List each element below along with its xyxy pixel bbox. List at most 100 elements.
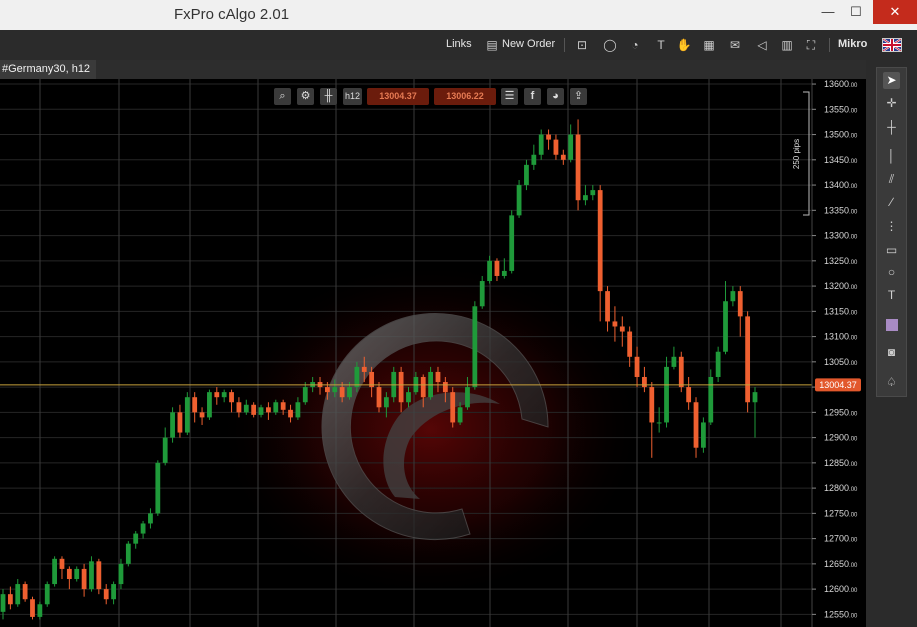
chart-settings-icon[interactable]: ⚙ [297,88,314,105]
candle-body [649,387,655,423]
candle-body [324,387,330,393]
minimize-button[interactable]: — [814,0,842,24]
candle-body [44,584,50,605]
candle-body [118,563,124,585]
upload-icon[interactable]: ⇪ [570,88,587,105]
facebook-icon[interactable]: f [524,88,541,105]
candle-body [140,523,146,534]
chat-icon[interactable]: ◯ [602,37,618,53]
fibonacci-retracement-icon[interactable]: ⋮ [883,218,900,235]
candle-body [236,402,242,413]
candle-body [568,134,574,160]
candle-body [524,164,529,186]
candle-body [332,387,338,393]
toolbar-separator [829,38,830,52]
sell-price-button[interactable]: 13004.37 [367,88,429,105]
candle-body [465,387,470,408]
candle-body [435,371,441,383]
candle-body [509,215,515,271]
video-icon[interactable]: ⊡ [574,37,590,53]
candle-body [59,558,65,569]
candle-body [347,387,352,398]
candle-body [457,407,463,423]
candle-body [730,291,736,302]
speaker-icon[interactable]: ◁ [754,37,770,53]
candle-body [288,409,293,418]
tab-strip [0,60,917,79]
candle-body [383,397,389,408]
close-button[interactable]: ✕ [873,0,917,24]
mail-icon[interactable]: ✉ [727,37,743,53]
vertical-line-icon[interactable]: │ [883,148,900,165]
candle-body [192,397,198,413]
candle-body [280,402,286,410]
candle-body [723,301,728,352]
candle-body [339,387,345,398]
text-icon[interactable]: T [883,287,900,304]
drawing-tools-panel: ➤ ✛ ┼ │ ⫽ ∕ ⋮ ▭ ○ T ◙ ♤ [876,67,907,397]
fullscreen-icon[interactable]: ⛶ [803,37,819,53]
chart-area[interactable]: 13600.00 13550.00 13500.00 13450.00 13400.00… [0,79,866,627]
candle-body [96,561,102,590]
links-button[interactable]: Links [446,38,472,50]
candle-body [81,568,87,590]
layout-icon[interactable]: ▥ [779,37,795,53]
candle-body [133,533,139,544]
zoom-icon[interactable]: ⌕ [274,88,291,105]
rectangle-icon[interactable]: ▭ [883,242,900,259]
alert-bell-icon[interactable]: ♤ [883,374,900,391]
title-bar: FxPro cAlgo 2.01 — ☐ ✕ [0,0,917,30]
ellipse-icon[interactable]: ○ [883,264,900,281]
color-picker-icon[interactable] [886,319,898,331]
candle-body [538,134,544,155]
screenshot-icon[interactable]: ◙ [883,344,900,361]
candle-body [752,392,758,403]
document-icon[interactable]: ▤ [484,37,500,53]
cursor-icon[interactable]: ➤ [883,72,900,89]
checklist-icon[interactable]: ☰ [501,88,518,105]
trend-channel-icon[interactable]: ∕ [883,194,900,211]
buy-price-button[interactable]: 13006.22 [434,88,496,105]
candles-type-icon[interactable]: ╫ [320,88,337,105]
hand-icon[interactable]: ✋ [676,37,692,53]
account-name[interactable]: Mikro [838,38,867,50]
maximize-button[interactable]: ☐ [842,0,870,24]
fibonacci-fan-icon[interactable]: ⫽ [883,171,900,188]
candle-body [22,584,28,600]
gauge-icon[interactable]: ◔ [627,37,643,53]
uk-flag-icon[interactable] [882,38,902,52]
share-icon[interactable]: ◕ [547,88,564,105]
candle-body [678,356,684,388]
main-toolbar: Links ▤ New Order ⊡ ◯ ◔ T ✋ ▦ ✉ ◁ ▥ ⛶ Mi… [0,30,917,61]
candle-body [664,366,669,423]
candle-body [243,404,249,413]
candle-body [420,376,426,398]
text-tool-icon[interactable]: T [653,37,669,53]
candle-body [671,356,677,367]
candle-body [7,594,13,605]
candle-body [715,351,721,377]
candle-body [229,392,234,403]
candle-body [251,404,257,415]
calculator-icon[interactable]: ▦ [701,37,717,53]
crosshair-icon[interactable]: ✛ [883,95,900,112]
timeframe-button[interactable]: h12 [343,88,362,105]
candle-body [708,376,714,423]
candlestick-chart[interactable]: 13600.0013550.0013500.0013450.0013400.00… [0,79,866,627]
candle-body [376,387,382,408]
candle-body [30,599,35,617]
candle-body [74,568,80,580]
candle-body [737,291,743,317]
crosshair-alt-icon[interactable]: ┼ [883,119,900,136]
tab-germany30-h12[interactable]: #Germany30, h12 [0,60,97,79]
candle-body [162,437,168,463]
window-title: FxPro cAlgo 2.01 [174,6,290,23]
candle-body [361,366,367,372]
candle-body [450,392,456,423]
candle-body [398,371,404,403]
candle-body [221,392,227,398]
candle-body [273,402,279,413]
candle-body [111,584,116,600]
new-order-button[interactable]: New Order [502,38,555,50]
candle-body [560,154,566,160]
